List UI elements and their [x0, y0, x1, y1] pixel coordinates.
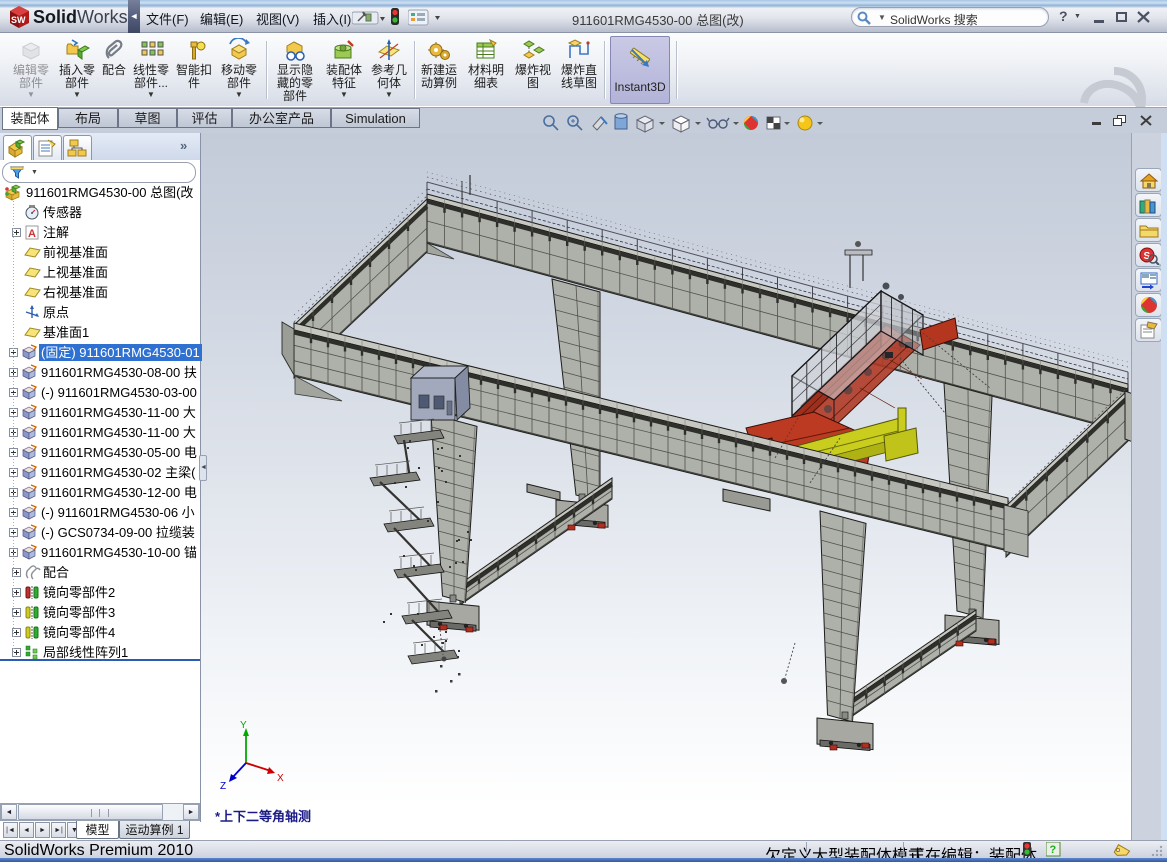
svg-text:X: X: [277, 773, 284, 784]
svg-text:?: ?: [1050, 844, 1057, 856]
svg-text:Z: Z: [220, 781, 226, 792]
svg-text:Y: Y: [240, 720, 247, 731]
svg-text:A: A: [28, 228, 36, 240]
svg-text:SW: SW: [11, 15, 26, 25]
